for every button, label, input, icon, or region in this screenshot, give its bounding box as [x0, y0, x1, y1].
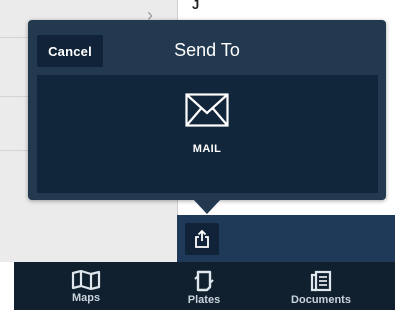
- tab-label: Plates: [187, 294, 221, 306]
- tab-bar: Maps Plates Documents: [14, 262, 395, 310]
- mail-option[interactable]: MAIL: [162, 93, 252, 175]
- popover-arrow: [192, 198, 222, 214]
- documents-icon: [310, 270, 332, 292]
- share-button[interactable]: [185, 223, 219, 255]
- section-letter: J: [192, 0, 200, 12]
- mail-icon: [185, 93, 229, 127]
- popover-title: Send To: [174, 40, 240, 60]
- tab-label: Documents: [291, 294, 351, 306]
- send-to-popover: Cancel Send To MAIL: [28, 20, 386, 200]
- map-icon: [71, 270, 101, 290]
- plates-icon: [194, 270, 214, 292]
- tab-plates[interactable]: Plates: [159, 262, 249, 310]
- tab-documents[interactable]: Documents: [276, 262, 366, 310]
- tab-label: Maps: [71, 292, 101, 304]
- share-icon: [195, 230, 209, 248]
- share-options-panel: MAIL: [37, 75, 378, 193]
- tab-maps[interactable]: Maps: [41, 262, 131, 310]
- mail-label: MAIL: [192, 143, 222, 155]
